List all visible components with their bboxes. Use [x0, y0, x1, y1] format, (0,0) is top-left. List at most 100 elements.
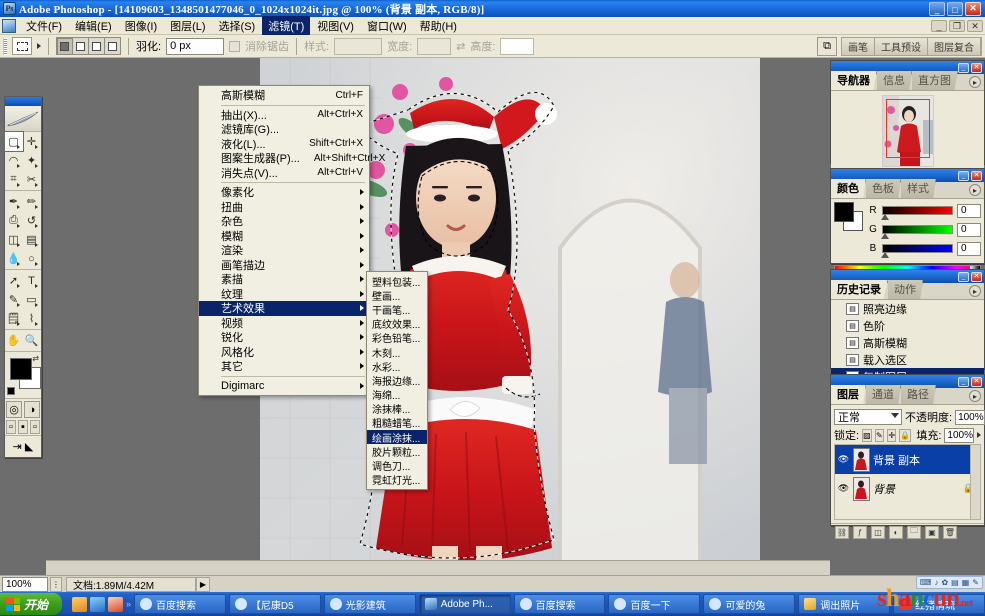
color-menu-icon[interactable]: ▸	[969, 184, 981, 196]
palette-tab-tool-presets[interactable]: 工具预设	[875, 38, 928, 55]
tab-actions[interactable]: 动作	[888, 280, 923, 299]
menu-item-distort[interactable]: 扭曲	[199, 200, 369, 215]
maximize-button[interactable]: □	[947, 2, 963, 16]
zoom-level-input[interactable]: 100%	[2, 577, 48, 592]
palette-tab-brushes[interactable]: 画笔	[842, 38, 875, 55]
tab-histogram[interactable]: 直方图	[912, 71, 958, 90]
history-item[interactable]: ▤ 照亮边缘	[831, 300, 984, 317]
minimize-button[interactable]: _	[929, 2, 945, 16]
tab-swatches[interactable]: 色板	[866, 179, 901, 198]
task-button[interactable]: 可爱的兔	[703, 594, 795, 614]
brush-tool-button[interactable]: ✏	[23, 192, 41, 211]
menu-item-other[interactable]: 其它	[199, 359, 369, 374]
lock-image-icon[interactable]: ✎	[875, 429, 884, 442]
menu-item-liquify[interactable]: 液化(L)... Shift+Ctrl+X	[199, 137, 369, 152]
width-input[interactable]	[417, 38, 451, 55]
menu-item-texture[interactable]: 纹理	[199, 287, 369, 302]
toolbox-titlebar[interactable]	[5, 97, 41, 106]
start-button[interactable]: 开始	[0, 593, 62, 615]
full-screen-menubar-button[interactable]: ▪	[18, 420, 28, 434]
fill-input[interactable]: 100%	[944, 428, 974, 443]
navigator-close-button[interactable]: ✕	[971, 63, 982, 73]
layers-minimize-button[interactable]: _	[958, 377, 969, 387]
menu-help[interactable]: 帮助(H)	[414, 16, 463, 36]
menu-window[interactable]: 窗口(W)	[361, 16, 413, 36]
navigator-view-box[interactable]	[886, 99, 930, 158]
navigator-thumbnail[interactable]	[831, 91, 984, 171]
menu-item-video[interactable]: 视频	[199, 316, 369, 331]
new-selection-button[interactable]	[56, 37, 73, 55]
menu-item-vanishing-point[interactable]: 消失点(V)... Alt+Ctrl+V	[199, 166, 369, 181]
layers-scrollbar[interactable]	[970, 445, 980, 519]
menu-layer[interactable]: 图层(L)	[164, 16, 211, 36]
history-item[interactable]: ▤ 色阶	[831, 317, 984, 334]
clone-stamp-tool-button[interactable]: ⎙	[5, 211, 23, 230]
link-layers-button[interactable]: ⛓	[835, 526, 849, 539]
tab-navigator[interactable]: 导航器	[831, 71, 877, 90]
tool-preset-chevron-icon[interactable]	[37, 43, 41, 49]
quick-mask-mode-button[interactable]: ◑	[24, 401, 40, 418]
quick-launch-expand-icon[interactable]: »	[126, 599, 130, 609]
submenu-item-cutout[interactable]: 木刻...	[367, 345, 427, 359]
layer-visibility-icon[interactable]: 👁	[837, 454, 850, 465]
navigator-minimize-button[interactable]: _	[958, 63, 969, 73]
marquee-tool-icon[interactable]	[12, 37, 32, 55]
task-button[interactable]: 百度搜索	[134, 594, 226, 614]
foreground-color-swatch[interactable]	[10, 358, 32, 380]
submenu-item-fresco[interactable]: 壁画...	[367, 288, 427, 302]
menu-item-brush-strokes[interactable]: 画笔描边	[199, 258, 369, 273]
menu-item-digimarc[interactable]: Digimarc	[199, 379, 369, 394]
close-button[interactable]: ✕	[965, 2, 981, 16]
navigator-menu-icon[interactable]: ▸	[969, 76, 981, 88]
submenu-item-neon-glow[interactable]: 霓虹灯光...	[367, 473, 427, 487]
menu-item-render[interactable]: 渲染	[199, 243, 369, 258]
submenu-item-watercolor[interactable]: 水彩...	[367, 359, 427, 373]
intersect-selection-button[interactable]	[104, 37, 121, 55]
slice-tool-button[interactable]: ✂	[23, 170, 41, 189]
document-icon[interactable]	[2, 19, 16, 33]
menu-select[interactable]: 选择(S)	[213, 16, 262, 36]
menu-item-filter-gallery[interactable]: 滤镜库(G)...	[199, 122, 369, 137]
eraser-tool-button[interactable]: ◫	[5, 230, 23, 249]
gradient-tool-button[interactable]: ▤	[23, 230, 41, 249]
channel-value-b[interactable]: 0	[957, 242, 981, 256]
full-screen-mode-button[interactable]: ▫	[30, 420, 40, 434]
fill-chevron-icon[interactable]	[977, 432, 981, 438]
tab-channels[interactable]: 通道	[866, 385, 901, 404]
lock-transparency-icon[interactable]: ▨	[862, 429, 872, 442]
doc-restore-button[interactable]: ❐	[949, 20, 965, 32]
quick-launch-icon-2[interactable]	[90, 597, 105, 612]
menu-file[interactable]: 文件(F)	[20, 16, 68, 36]
antialias-checkbox[interactable]	[229, 41, 240, 52]
submenu-item-colored-pencil[interactable]: 彩色铅笔...	[367, 331, 427, 345]
submenu-item-underpainting[interactable]: 底纹效果...	[367, 317, 427, 331]
submenu-item-sponge[interactable]: 海绵...	[367, 388, 427, 402]
standard-mask-mode-button[interactable]: ◎	[6, 401, 22, 418]
menu-item-artistic[interactable]: 艺术效果	[199, 301, 369, 316]
channel-value-g[interactable]: 0	[957, 223, 981, 237]
history-brush-tool-button[interactable]: ↺	[23, 211, 41, 230]
history-item[interactable]: ▤ 高斯模糊	[831, 334, 984, 351]
menu-item-noise[interactable]: 杂色	[199, 214, 369, 229]
pen-tool-button[interactable]: ✎	[5, 290, 23, 309]
layer-visibility-icon[interactable]: 👁	[837, 483, 850, 494]
adjustment-layer-button[interactable]: ◐	[889, 526, 903, 539]
subtract-selection-button[interactable]	[88, 37, 105, 55]
marquee-tool-button[interactable]: ▢	[5, 132, 23, 151]
menu-item-blur[interactable]: 模糊	[199, 229, 369, 244]
tab-info[interactable]: 信息	[877, 71, 912, 90]
submenu-item-dry-brush[interactable]: 干画笔...	[367, 302, 427, 316]
style-select[interactable]	[334, 38, 382, 55]
task-button[interactable]: 百度一下	[608, 594, 700, 614]
blend-mode-select[interactable]: 正常	[834, 409, 902, 425]
quick-launch-icon-3[interactable]	[108, 597, 123, 612]
new-layer-button[interactable]: ▣	[925, 526, 939, 539]
feather-input[interactable]: 0 px	[166, 38, 224, 55]
submenu-item-paint-daubs[interactable]: 绘画涂抹...	[367, 430, 427, 444]
path-selection-tool-button[interactable]: ➚	[5, 271, 23, 290]
channel-slider-r[interactable]	[882, 206, 953, 215]
height-input[interactable]	[500, 38, 534, 55]
layer-style-button[interactable]: ƒ	[853, 526, 867, 539]
menu-filter[interactable]: 滤镜(T)	[262, 16, 310, 36]
task-button[interactable]: 百度搜索	[514, 594, 606, 614]
